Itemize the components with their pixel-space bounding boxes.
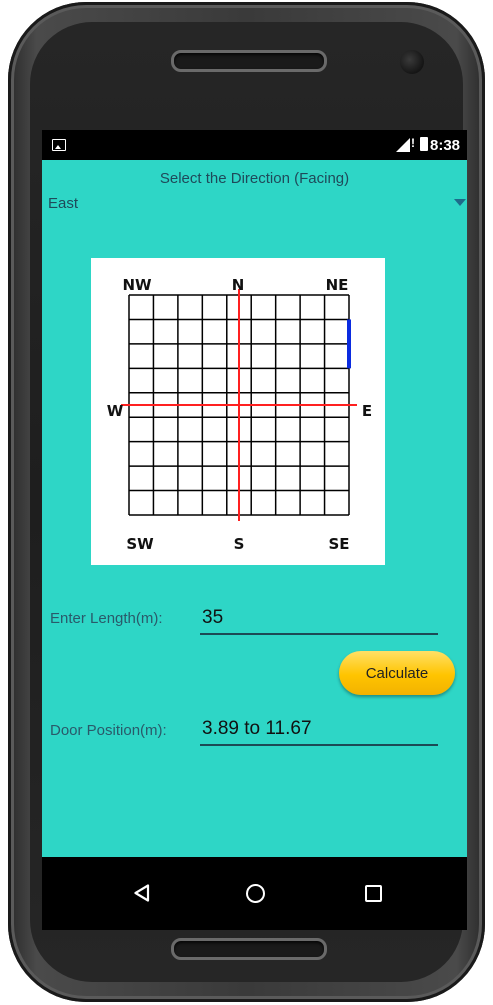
back-icon[interactable] bbox=[134, 884, 150, 902]
length-input-underline bbox=[200, 633, 438, 635]
label-e: E bbox=[362, 402, 372, 420]
status-time: 8:38 bbox=[430, 137, 461, 154]
home-icon[interactable] bbox=[246, 884, 265, 903]
image-notification-icon bbox=[52, 139, 66, 151]
length-input[interactable]: 35 bbox=[202, 607, 223, 629]
length-label: Enter Length(m): bbox=[50, 610, 163, 627]
signal-icon bbox=[396, 138, 410, 152]
label-n: N bbox=[232, 276, 245, 294]
label-se: SE bbox=[328, 535, 349, 553]
compass-svg: NW N NE W E SW S SE bbox=[107, 276, 372, 553]
navigation-bar bbox=[42, 857, 467, 930]
signal-alert: ! bbox=[411, 136, 415, 150]
battery-icon bbox=[420, 137, 428, 151]
bottom-speaker bbox=[171, 938, 327, 960]
direction-label: Select the Direction (Facing) bbox=[159, 170, 350, 187]
top-speaker bbox=[171, 50, 327, 72]
label-w: W bbox=[107, 402, 124, 420]
direction-dropdown[interactable]: East bbox=[48, 193, 467, 215]
door-position-underline bbox=[200, 744, 438, 746]
recent-apps-icon[interactable] bbox=[365, 885, 382, 902]
direction-selected-value: East bbox=[48, 195, 79, 212]
status-bar: ! 8:38 bbox=[42, 130, 467, 160]
label-ne: NE bbox=[326, 276, 349, 294]
app-screen: ! 8:38 Select the Direction (Facing) Eas… bbox=[42, 130, 467, 930]
compass-grid: NW N NE W E SW S SE bbox=[91, 258, 385, 565]
dropdown-arrow-icon[interactable] bbox=[454, 199, 466, 206]
label-sw: SW bbox=[126, 535, 154, 553]
door-position-output: 3.89 to 11.67 bbox=[202, 718, 312, 739]
door-position-label: Door Position(m): bbox=[50, 722, 167, 739]
calculate-button[interactable]: Calculate bbox=[339, 651, 455, 695]
front-camera bbox=[400, 50, 424, 74]
label-nw: NW bbox=[122, 276, 152, 294]
label-s: S bbox=[234, 535, 245, 553]
